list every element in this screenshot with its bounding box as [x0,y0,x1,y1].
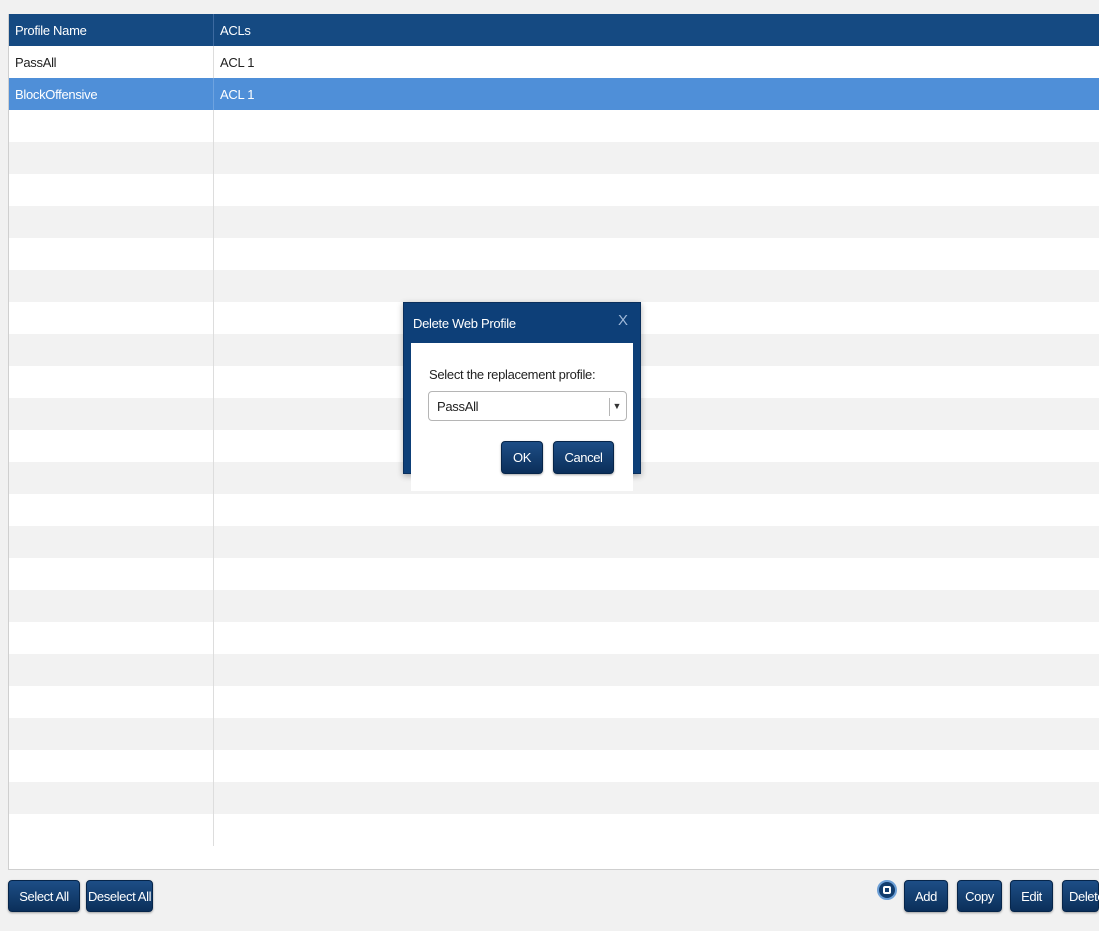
edit-button[interactable]: Edit [1010,880,1053,912]
empty-table-row [9,206,1099,238]
dialog-body: Select the replacement profile: PassAll … [411,343,633,491]
profile-name-cell [9,206,214,238]
profile-name-cell [9,142,214,174]
table-row[interactable]: BlockOffensive ACL 1 [9,78,1099,110]
empty-table-row [9,558,1099,590]
empty-table-row [9,686,1099,718]
deselect-all-button[interactable]: Deselect All [86,880,153,912]
empty-table-row [9,718,1099,750]
add-button[interactable]: Add [904,880,948,912]
acls-cell [214,334,1099,366]
profile-name-cell [9,686,214,718]
acls-cell [214,654,1099,686]
info-icon-glyph [883,886,891,894]
profile-name-cell [9,494,214,526]
acls-cell [214,110,1099,142]
profile-name-cell [9,590,214,622]
acls-cell [214,494,1099,526]
empty-table-row [9,494,1099,526]
empty-table-row [9,782,1099,814]
acls-cell [214,398,1099,430]
acls-cell [214,558,1099,590]
profile-name-cell [9,526,214,558]
replacement-profile-select[interactable]: PassAll ▼ [428,391,627,421]
close-icon[interactable]: X [615,312,631,330]
info-icon[interactable] [877,880,897,900]
replacement-profile-label: Select the replacement profile: [429,367,596,382]
acls-cell [214,622,1099,654]
select-separator [609,398,610,416]
acls-cell [214,142,1099,174]
web-profiles-panel: Profile Name ACLs PassAll ACL 1 BlockOffen… [0,0,1099,931]
acls-cell [214,174,1099,206]
profile-name-cell [9,366,214,398]
select-value: PassAll [437,398,479,414]
bottom-toolbar: Select All Deselect All Add Copy Edit De… [0,870,1099,931]
cancel-button[interactable]: Cancel [553,441,614,474]
acls-cell [214,270,1099,302]
copy-button[interactable]: Copy [957,880,1002,912]
select-all-button[interactable]: Select All [8,880,80,912]
column-header-acls[interactable]: ACLs [214,14,1099,46]
profile-name-cell [9,782,214,814]
delete-web-profile-dialog: Delete Web Profile X Select the replacem… [403,302,641,491]
table-row[interactable]: PassAll ACL 1 [9,46,1099,78]
empty-table-row [9,526,1099,558]
acls-cell [214,590,1099,622]
acls-cell: ACL 1 [220,54,255,70]
acls-cell: ACL 1 [220,86,255,102]
empty-table-row [9,622,1099,654]
profile-name-cell [9,110,214,142]
delete-button[interactable]: Delete [1062,880,1099,912]
empty-table-row [9,654,1099,686]
profile-name-cell [9,814,214,846]
empty-table-row [9,750,1099,782]
acls-cell [214,526,1099,558]
profile-name-cell [9,334,214,366]
empty-table-row [9,174,1099,206]
profile-name-cell [9,750,214,782]
profile-name-cell [9,302,214,334]
ok-button[interactable]: OK [501,441,543,474]
profile-name-cell [9,718,214,750]
profile-name-cell [9,622,214,654]
profile-name-cell [9,654,214,686]
profile-name-cell [9,398,214,430]
empty-table-row [9,142,1099,174]
empty-table-row [9,590,1099,622]
acls-cell [214,718,1099,750]
acls-cell [214,206,1099,238]
acls-cell [214,814,1099,846]
profile-name-cell [9,270,214,302]
acls-cell [214,750,1099,782]
profile-name-cell: BlockOffensive [9,78,214,110]
acls-cell [214,366,1099,398]
dialog-title: Delete Web Profile [413,316,516,331]
profile-name-cell [9,558,214,590]
profile-name-cell [9,238,214,270]
acls-cell [214,462,1099,494]
acls-cell [214,686,1099,718]
acls-cell [214,782,1099,814]
empty-table-row [9,238,1099,270]
profile-name-cell [9,462,214,494]
empty-table-row [9,270,1099,302]
profile-name-cell [9,430,214,462]
acls-cell [214,430,1099,462]
profile-name-cell: PassAll [9,46,214,78]
empty-table-row [9,110,1099,142]
empty-table-row [9,814,1099,846]
profile-name-cell [9,174,214,206]
acls-cell [214,302,1099,334]
acls-cell [214,238,1099,270]
column-header-profile-name[interactable]: Profile Name [9,14,214,46]
chevron-down-icon[interactable]: ▼ [611,392,623,420]
grid-header: Profile Name ACLs [9,14,1099,46]
